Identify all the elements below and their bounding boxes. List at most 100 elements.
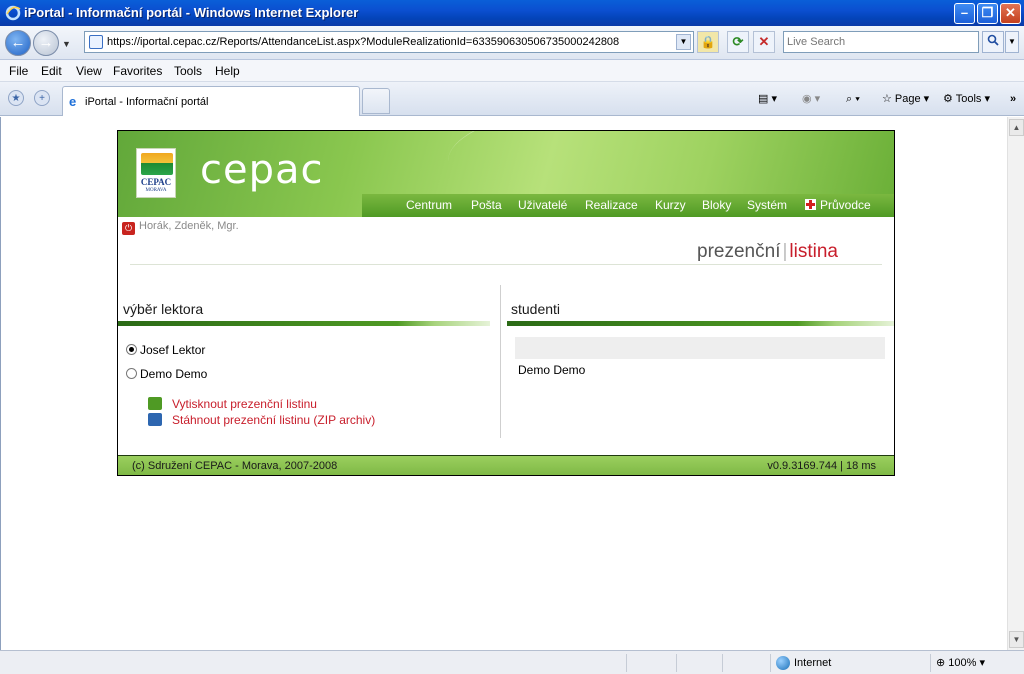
- minimize-button[interactable]: –: [954, 3, 975, 24]
- close-button[interactable]: ✕: [1000, 3, 1021, 24]
- site-footer: (c) Sdružení CEPAC - Morava, 2007-2008 v…: [118, 455, 894, 475]
- stop-button[interactable]: ✕: [753, 31, 775, 53]
- page-title-part1: prezenční: [697, 241, 781, 262]
- search-options-dropdown-icon[interactable]: ▼: [1005, 31, 1019, 53]
- site-banner: CEPAC MORAVA cepac Centrum Pošta Uživate…: [118, 131, 894, 217]
- nav-system[interactable]: Systém: [747, 194, 787, 217]
- page-icon-glyph: ☆: [882, 93, 895, 105]
- tools-menu-button[interactable]: ⚙ Tools ▾: [943, 82, 990, 116]
- window-titlebar: iPortal - Informační portál - Windows In…: [0, 0, 1024, 26]
- tools-icon: ⚙: [943, 93, 956, 105]
- students-heading-bar: [507, 321, 894, 326]
- page-menu-label: Page: [894, 93, 921, 105]
- lecturer-heading: výběr lektora: [123, 301, 204, 317]
- footer-version: v0.9.3169.744 | 18 ms: [767, 460, 876, 472]
- current-user: ⏻ Horák, Zdeněk, Mgr.: [122, 220, 239, 235]
- tab-iportal[interactable]: e iPortal - Informační portál: [62, 86, 360, 116]
- vertical-scrollbar[interactable]: ▲ ▼: [1007, 117, 1024, 650]
- scroll-up-arrow-icon[interactable]: ▲: [1009, 119, 1024, 136]
- new-tab-button[interactable]: [362, 88, 390, 114]
- menu-favorites[interactable]: Favorites: [113, 60, 162, 82]
- download-zip-label: Stáhnout prezenční listinu (ZIP archiv): [172, 413, 376, 427]
- window-title: iPortal - Informační portál - Windows In…: [24, 5, 359, 20]
- nav-bloky[interactable]: Bloky: [702, 194, 731, 217]
- security-zone[interactable]: Internet: [776, 651, 831, 674]
- cepac-logo[interactable]: CEPAC MORAVA: [136, 148, 176, 198]
- zoom-dropdown-icon[interactable]: ▾: [979, 657, 985, 669]
- address-dropdown-icon[interactable]: ▼: [676, 34, 691, 50]
- logout-power-icon[interactable]: ⏻: [122, 222, 135, 235]
- nav-centrum[interactable]: Centrum: [406, 194, 452, 217]
- logo-sun-icon: [141, 153, 173, 175]
- ie-logo-icon: [5, 4, 21, 21]
- title-divider: [130, 264, 882, 265]
- read-mail-icon[interactable]: ◉ ▾: [802, 82, 820, 116]
- print-arrow-icon: [148, 397, 162, 410]
- radio-demo-demo[interactable]: [126, 368, 137, 379]
- tab-label: iPortal - Informační portál: [85, 96, 209, 108]
- print-attendance-link[interactable]: Vytisknout prezenční listinu: [148, 397, 317, 411]
- search-box[interactable]: [783, 31, 979, 53]
- nav-uzivatele[interactable]: Uživatelé: [518, 194, 567, 217]
- logo-text: CEPAC: [140, 177, 172, 187]
- status-divider: [676, 654, 677, 672]
- footer-copyright: (c) Sdružení CEPAC - Morava, 2007-2008: [132, 460, 338, 472]
- lecturer-heading-bar: [118, 321, 490, 326]
- column-divider: [500, 285, 501, 438]
- nav-kurzy[interactable]: Kurzy: [655, 194, 686, 217]
- menu-tools[interactable]: Tools: [174, 60, 202, 82]
- page-menu-button[interactable]: ☆ Page ▾: [882, 82, 929, 116]
- lecturer-name-2: Demo Demo: [140, 367, 208, 381]
- back-button[interactable]: ←: [5, 30, 31, 56]
- zoom-level: 100%: [948, 657, 977, 669]
- address-url[interactable]: https://iportal.cepac.cz/Reports/Attenda…: [107, 32, 619, 52]
- forward-button[interactable]: →: [33, 30, 59, 56]
- address-bar[interactable]: https://iportal.cepac.cz/Reports/Attenda…: [84, 31, 694, 53]
- globe-icon: [776, 656, 790, 671]
- radio-josef-lektor[interactable]: [126, 344, 137, 355]
- zone-label: Internet: [794, 657, 832, 669]
- brand-wordmark: cepac: [200, 147, 324, 193]
- download-zip-link[interactable]: Stáhnout prezenční listinu (ZIP archiv): [148, 413, 375, 427]
- logo-subtext: MORAVA: [145, 188, 167, 193]
- menu-view[interactable]: View: [76, 60, 102, 82]
- tools-menu-label: Tools: [955, 93, 982, 105]
- zoom-icon: ⊕: [936, 657, 949, 669]
- page-viewport: CEPAC MORAVA cepac Centrum Pošta Uživate…: [0, 117, 1007, 650]
- status-divider: [722, 654, 723, 672]
- nav-posta[interactable]: Pošta: [471, 194, 502, 217]
- feeds-icon[interactable]: ▤ ▾: [758, 82, 777, 116]
- print-attendance-label: Vytisknout prezenční listinu: [172, 397, 317, 411]
- recent-pages-dropdown-icon[interactable]: ▼: [62, 39, 71, 49]
- lecturer-option-2[interactable]: Demo Demo: [126, 367, 207, 381]
- add-favorite-icon[interactable]: +: [34, 90, 50, 106]
- favorites-center-icon[interactable]: ★: [8, 90, 24, 106]
- lecturer-option-1[interactable]: Josef Lektor: [126, 343, 205, 357]
- menu-file[interactable]: File: [9, 60, 28, 82]
- menu-edit[interactable]: Edit: [41, 60, 62, 82]
- students-list-header: [515, 337, 885, 359]
- user-name: Horák, Zdeněk, Mgr.: [139, 220, 239, 232]
- menu-help[interactable]: Help: [215, 60, 240, 82]
- search-button[interactable]: [982, 31, 1004, 53]
- refresh-button[interactable]: ⟳: [727, 31, 749, 53]
- print-icon[interactable]: ⌕ ▾: [846, 82, 860, 116]
- search-icon: [987, 34, 999, 46]
- status-divider: [626, 654, 627, 672]
- student-item: Demo Demo: [518, 363, 586, 377]
- status-divider: [930, 654, 931, 672]
- ie-page-icon: e: [69, 94, 77, 109]
- security-lock-icon[interactable]: 🔒: [697, 31, 719, 53]
- more-commands-chevron-icon[interactable]: »: [1010, 82, 1016, 116]
- nav-pruvodce[interactable]: Průvodce: [805, 194, 871, 217]
- zip-archive-icon: [148, 413, 162, 426]
- scroll-down-arrow-icon[interactable]: ▼: [1009, 631, 1024, 648]
- search-input[interactable]: [784, 32, 974, 52]
- nav-realizace[interactable]: Realizace: [585, 194, 638, 217]
- status-divider: [770, 654, 771, 672]
- help-cross-icon: [805, 199, 816, 210]
- zoom-control[interactable]: ⊕ 100% ▾: [936, 651, 985, 674]
- page-title: prezenční | listina: [697, 241, 838, 263]
- maximize-button[interactable]: ❐: [977, 3, 998, 24]
- page-title-part2: listina: [789, 241, 838, 262]
